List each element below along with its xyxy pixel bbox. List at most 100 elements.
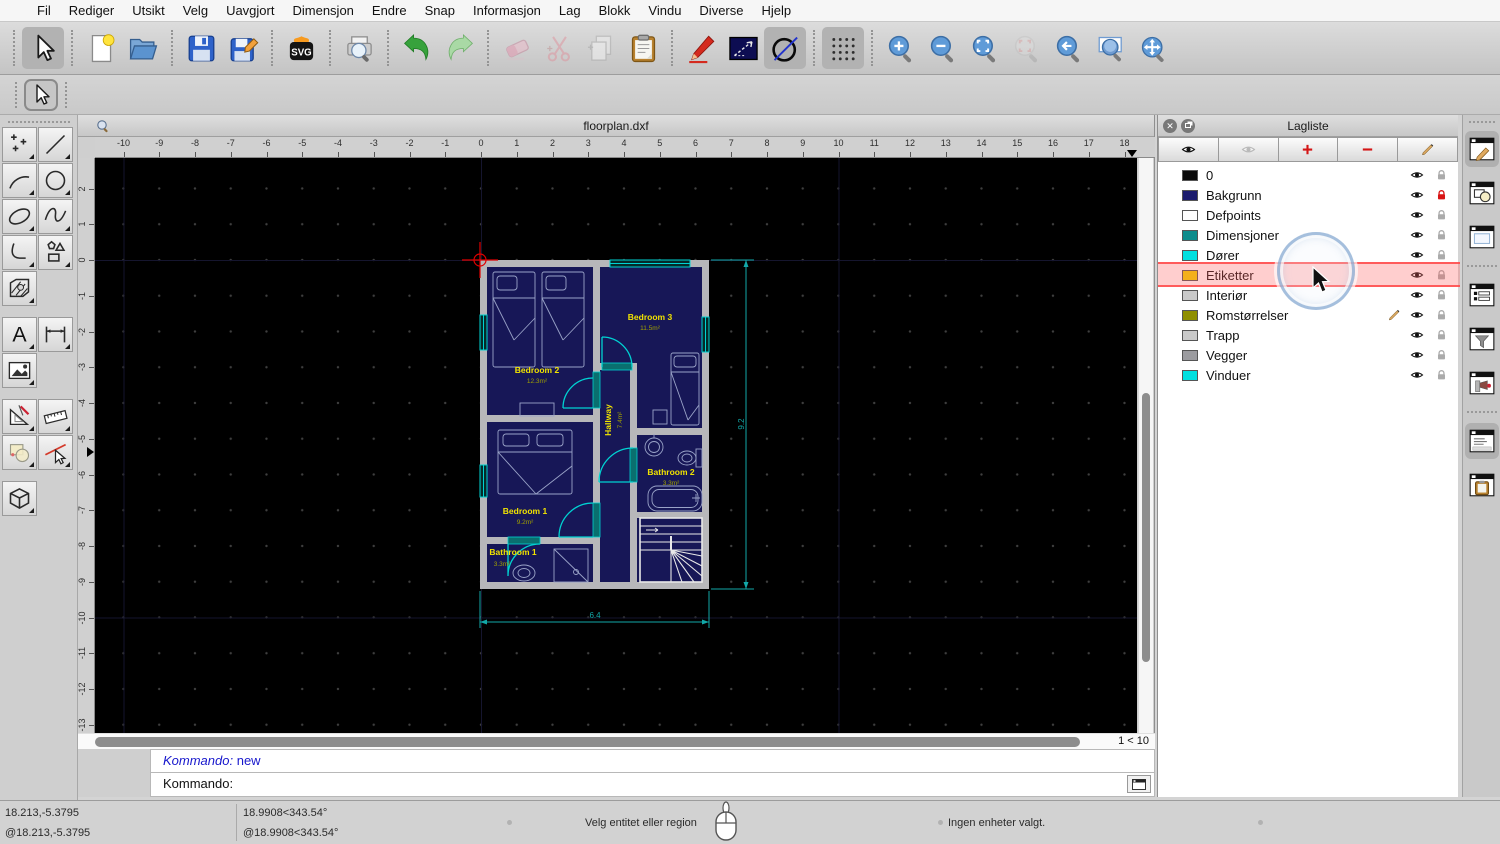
zoom-pan-button[interactable] [1132,27,1174,69]
modify-tool[interactable] [2,399,37,434]
points-tool[interactable] [2,127,37,162]
layer-visibility-eye-icon[interactable] [1408,368,1426,382]
layer-visibility-eye-icon[interactable] [1408,268,1426,282]
freehand-draw-button[interactable] [680,27,722,69]
drawing-canvas[interactable]: Bedroom 3 11.5m² Bedroom 2 12.3m² Hallwa… [95,158,1137,733]
layer-visibility-eye-icon[interactable] [1408,228,1426,242]
line-tool[interactable] [38,127,73,162]
close-panel-icon[interactable]: ✕ [1163,119,1177,133]
command-line-panel-button[interactable] [1464,423,1499,459]
layer-lock-icon[interactable] [1435,348,1448,362]
layer-lock-icon[interactable] [1435,308,1448,322]
layer-lock-icon[interactable] [1435,168,1448,182]
inspector-panel-button[interactable] [1465,365,1499,401]
pointer-tool[interactable] [22,27,64,69]
layer-visibility-eye-icon[interactable] [1408,188,1426,202]
layer-row-defpoints[interactable]: Defpoints [1158,205,1458,225]
layer-lock-icon[interactable] [1435,368,1448,382]
strip-drag-handle[interactable] [1468,121,1495,123]
layer-lock-icon[interactable] [1435,228,1448,242]
menu-endre[interactable]: Endre [363,0,416,22]
layer-lock-icon[interactable] [1435,328,1448,342]
show-all-layers-button[interactable] [1158,137,1219,162]
layer-lock-icon[interactable] [1435,188,1448,202]
layer-row-interi-r[interactable]: Interiør [1158,285,1458,305]
layer-row-d-rer[interactable]: Dører [1158,245,1458,265]
undo-button[interactable] [396,27,438,69]
solid3d-tool[interactable] [2,481,37,516]
menu-blokk[interactable]: Blokk [590,0,640,22]
save-as-button[interactable] [222,27,264,69]
layer-visibility-eye-icon[interactable] [1408,288,1426,302]
layer-lock-icon[interactable] [1435,208,1448,222]
print-preview-button[interactable] [338,27,380,69]
zoom-window-button[interactable] [1090,27,1132,69]
layer-row-bakgrunn[interactable]: Bakgrunn [1158,185,1458,205]
export-svg-button[interactable]: SVG [280,27,322,69]
block-list-panel-button[interactable] [1465,175,1499,211]
menu-informasjon[interactable]: Informasjon [464,0,550,22]
layer-row-vegger[interactable]: Vegger [1158,345,1458,365]
horizontal-scrollbar[interactable]: 1 < 10 [78,733,1155,749]
arc-tool[interactable] [2,163,37,198]
zoom-out-button[interactable] [922,27,964,69]
dimension-tool[interactable] [38,317,73,352]
menu-diverse[interactable]: Diverse [690,0,752,22]
horizontal-scrollbar-thumb[interactable] [95,737,1080,747]
polyline-tool[interactable] [2,235,37,270]
layer-visibility-eye-icon[interactable] [1408,348,1426,362]
redo-button[interactable] [438,27,480,69]
menu-snap[interactable]: Snap [416,0,464,22]
open-document-button[interactable] [122,27,164,69]
selection-pointer-tool[interactable] [24,78,58,111]
menu-dimensjon[interactable]: Dimensjon [283,0,362,22]
layer-row-romst-rrelser[interactable]: Romstørrelser [1158,305,1458,325]
select-tool[interactable] [38,435,73,470]
measure-tool[interactable] [38,399,73,434]
paste-button[interactable] [622,27,664,69]
float-panel-icon[interactable] [1181,119,1195,133]
polygon-tool[interactable] [38,235,73,270]
menu-uavgjort[interactable]: Uavgjort [217,0,283,22]
layer-row-dimensjoner[interactable]: Dimensjoner [1158,225,1458,245]
layer-lock-icon[interactable] [1435,288,1448,302]
hatch-tool[interactable] [2,271,37,306]
clipboard-panel-button[interactable] [1465,467,1499,503]
layer-visibility-eye-icon[interactable] [1408,208,1426,222]
menu-hjelp[interactable]: Hjelp [753,0,801,22]
ellipse-tool[interactable] [2,199,37,234]
layer-lock-icon[interactable] [1435,248,1448,262]
layer-list-panel-button[interactable] [1464,131,1499,167]
add-layer-button[interactable] [1278,137,1339,162]
zoom-auto-button[interactable] [964,27,1006,69]
circle-tool[interactable] [38,163,73,198]
layer-row-0[interactable]: 0 [1158,165,1458,185]
entity-list-panel-button[interactable] [1465,277,1499,313]
vertical-scrollbar[interactable] [1138,158,1153,733]
zoom-previous-button[interactable] [1048,27,1090,69]
layer-visibility-eye-icon[interactable] [1408,328,1426,342]
layer-row-trapp[interactable]: Trapp [1158,325,1458,345]
layer-visibility-eye-icon[interactable] [1408,168,1426,182]
image-tool[interactable] [2,353,37,388]
palette-drag-handle[interactable] [7,121,70,123]
vertical-scrollbar-thumb[interactable] [1142,393,1150,662]
layer-row-etiketter[interactable]: Etiketter [1158,265,1458,285]
spline-tool[interactable] [38,199,73,234]
layer-row-vinduer[interactable]: Vinduer [1158,365,1458,385]
hide-all-layers-button[interactable] [1218,137,1279,162]
menu-lag[interactable]: Lag [550,0,590,22]
menu-rediger[interactable]: Rediger [60,0,124,22]
filter-panel-button[interactable] [1465,321,1499,357]
menu-fil[interactable]: Fil [28,0,60,22]
menu-vindu[interactable]: Vindu [639,0,690,22]
text-tool[interactable]: A [2,317,37,352]
library-browser-panel-button[interactable] [1465,219,1499,255]
zoom-in-button[interactable] [880,27,922,69]
layer-lock-icon[interactable] [1435,268,1448,282]
menu-velg[interactable]: Velg [174,0,217,22]
line-mode-button[interactable] [722,27,764,69]
block-tool[interactable] [2,435,37,470]
detach-command-button[interactable] [1127,775,1151,793]
layer-visibility-eye-icon[interactable] [1408,248,1426,262]
